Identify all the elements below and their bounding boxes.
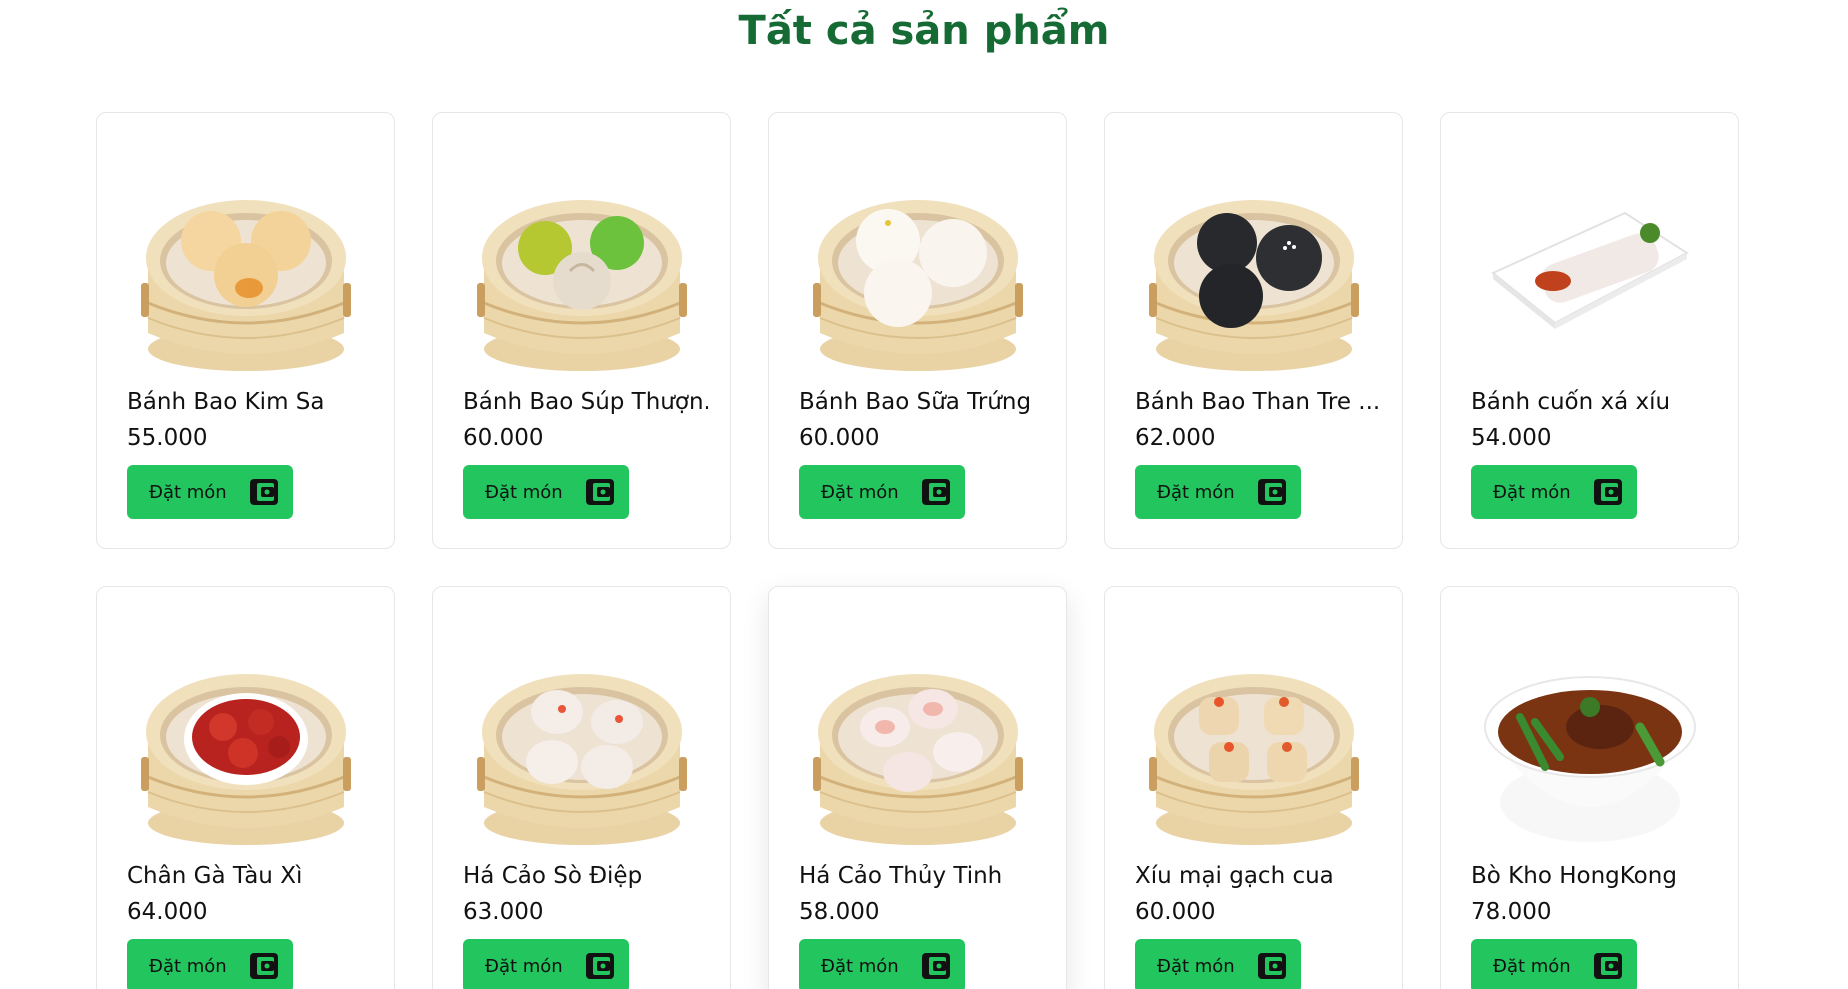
product-image[interactable] [1475, 627, 1705, 857]
order-button-label: Đặt món [1493, 955, 1571, 977]
product-image[interactable] [131, 153, 361, 383]
product-price: 64.000 [127, 899, 208, 925]
product-image[interactable] [1139, 627, 1369, 857]
order-button[interactable]: Đặt món [1471, 465, 1637, 519]
order-button-label: Đặt món [1157, 955, 1235, 977]
product-name[interactable]: Bánh Bao Than Tre ... [1135, 385, 1380, 419]
product-card[interactable]: Chân Gà Tàu Xì 64.000 Đặt món [96, 586, 395, 989]
product-card[interactable]: Bò Kho HongKong 78.000 Đặt món [1440, 586, 1739, 989]
product-name[interactable]: Bánh Bao Kim Sa [127, 385, 372, 419]
product-image[interactable] [1475, 153, 1705, 383]
product-price: 55.000 [127, 425, 208, 451]
wallet-icon [585, 478, 615, 506]
product-image[interactable] [131, 627, 361, 857]
product-image[interactable] [803, 627, 1033, 857]
product-price: 60.000 [1135, 899, 1216, 925]
product-grid: Bánh Bao Kim Sa 55.000 Đặt món Bánh Bao … [96, 112, 1744, 989]
wallet-icon [1257, 478, 1287, 506]
product-name[interactable]: Xíu mại gạch cua [1135, 859, 1380, 893]
product-image[interactable] [467, 627, 697, 857]
product-name[interactable]: Chân Gà Tàu Xì [127, 859, 372, 893]
order-button[interactable]: Đặt món [799, 939, 965, 989]
order-button-label: Đặt món [485, 481, 563, 503]
order-button-label: Đặt món [821, 955, 899, 977]
product-card[interactable]: Há Cảo Sò Điệp 63.000 Đặt món [432, 586, 731, 989]
product-card[interactable]: Bánh Bao Sữa Trứng 60.000 Đặt món [768, 112, 1067, 549]
product-card[interactable]: Bánh cuốn xá xíu 54.000 Đặt món [1440, 112, 1739, 549]
order-button[interactable]: Đặt món [1471, 939, 1637, 989]
product-card[interactable]: Bánh Bao Kim Sa 55.000 Đặt món [96, 112, 395, 549]
order-button[interactable]: Đặt món [127, 465, 293, 519]
order-button-label: Đặt món [149, 955, 227, 977]
products-page: Tất cả sản phẩm Bánh Bao Kim Sa 55.000 Đ… [0, 0, 1848, 989]
product-name[interactable]: Bánh Bao Sữa Trứng [799, 385, 1044, 419]
order-button-label: Đặt món [821, 481, 899, 503]
product-name[interactable]: Bánh cuốn xá xíu [1471, 385, 1716, 419]
wallet-icon [1593, 478, 1623, 506]
product-name[interactable]: Bánh Bao Súp Thượn... [463, 385, 708, 419]
order-button[interactable]: Đặt món [1135, 939, 1301, 989]
order-button[interactable]: Đặt món [463, 939, 629, 989]
product-price: 62.000 [1135, 425, 1216, 451]
product-price: 63.000 [463, 899, 544, 925]
product-card[interactable]: Bánh Bao Than Tre ... 62.000 Đặt món [1104, 112, 1403, 549]
order-button-label: Đặt món [149, 481, 227, 503]
product-name[interactable]: Bò Kho HongKong [1471, 859, 1716, 893]
order-button-label: Đặt món [485, 955, 563, 977]
product-price: 54.000 [1471, 425, 1552, 451]
order-button-label: Đặt món [1157, 481, 1235, 503]
product-image[interactable] [1139, 153, 1369, 383]
wallet-icon [921, 952, 951, 980]
wallet-icon [1257, 952, 1287, 980]
product-price: 58.000 [799, 899, 880, 925]
product-name[interactable]: Há Cảo Sò Điệp [463, 859, 708, 893]
wallet-icon [249, 478, 279, 506]
wallet-icon [921, 478, 951, 506]
order-button[interactable]: Đặt món [799, 465, 965, 519]
page-title: Tất cả sản phẩm [738, 8, 1110, 54]
wallet-icon [585, 952, 615, 980]
product-price: 60.000 [463, 425, 544, 451]
product-card[interactable]: Bánh Bao Súp Thượn... 60.000 Đặt món [432, 112, 731, 549]
order-button[interactable]: Đặt món [1135, 465, 1301, 519]
wallet-icon [1593, 952, 1623, 980]
product-card[interactable]: Xíu mại gạch cua 60.000 Đặt món [1104, 586, 1403, 989]
product-image[interactable] [803, 153, 1033, 383]
order-button[interactable]: Đặt món [463, 465, 629, 519]
product-image[interactable] [467, 153, 697, 383]
product-price: 60.000 [799, 425, 880, 451]
product-name[interactable]: Há Cảo Thủy Tinh [799, 859, 1044, 893]
wallet-icon [249, 952, 279, 980]
product-card[interactable]: Há Cảo Thủy Tinh 58.000 Đặt món [768, 586, 1067, 989]
order-button-label: Đặt món [1493, 481, 1571, 503]
order-button[interactable]: Đặt món [127, 939, 293, 989]
product-price: 78.000 [1471, 899, 1552, 925]
